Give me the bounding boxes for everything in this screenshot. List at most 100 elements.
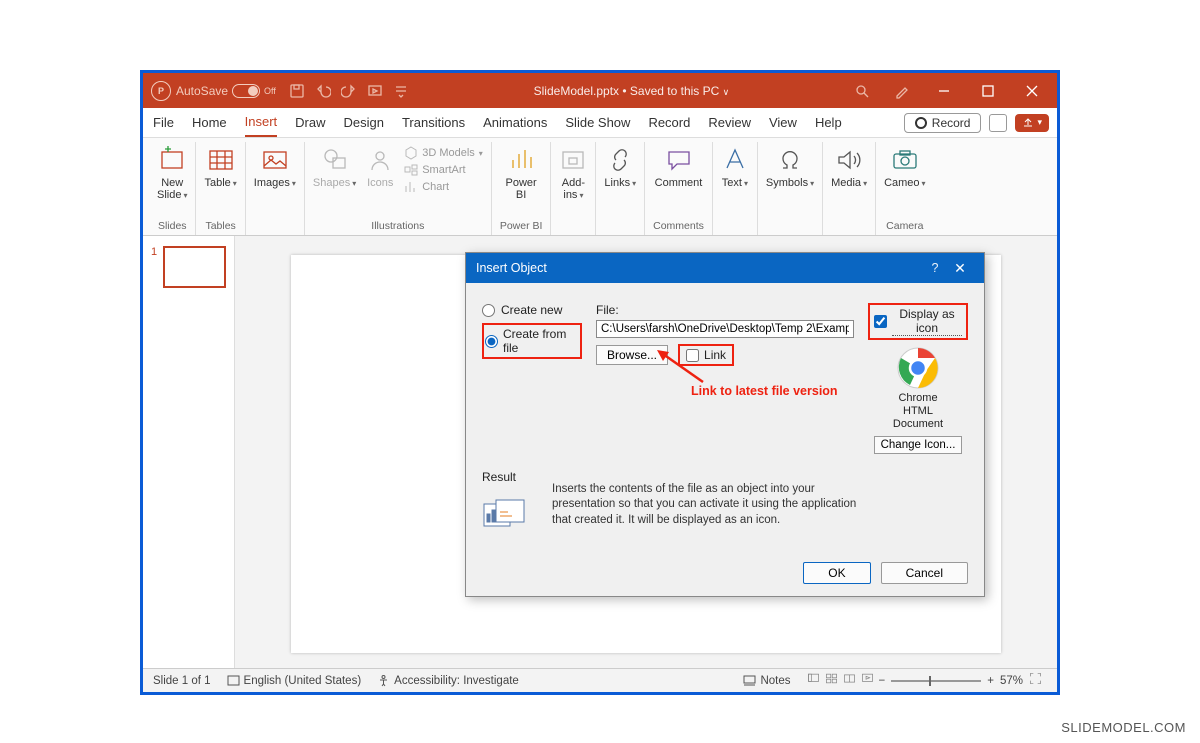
- normal-view-icon[interactable]: [807, 672, 825, 690]
- save-icon[interactable]: [289, 83, 305, 99]
- powerbi-button[interactable]: Power BI: [506, 146, 537, 201]
- new-slide-button[interactable]: New Slide: [157, 146, 187, 201]
- icons-button[interactable]: Icons: [366, 146, 394, 189]
- present-icon[interactable]: [989, 114, 1007, 132]
- group-links: Links: [596, 142, 645, 235]
- zoom-control[interactable]: − + 57%: [879, 672, 1047, 690]
- display-as-icon-checkbox[interactable]: Display as icon: [868, 303, 968, 340]
- table-button[interactable]: Table: [204, 146, 236, 189]
- close-button[interactable]: [1017, 76, 1047, 106]
- qat-more-icon[interactable]: [393, 83, 409, 99]
- 3d-models-button[interactable]: 3D Models ▾: [404, 146, 483, 160]
- group-tables: Table Tables: [196, 142, 245, 235]
- tab-animations[interactable]: Animations: [483, 115, 547, 130]
- language-status[interactable]: English (United States): [227, 674, 362, 687]
- text-icon: [721, 146, 749, 174]
- cancel-button[interactable]: Cancel: [881, 562, 968, 584]
- group-symbols: Symbols: [758, 142, 823, 235]
- toggle-switch-icon[interactable]: [232, 84, 260, 98]
- tab-file[interactable]: File: [153, 115, 174, 130]
- ok-button[interactable]: OK: [803, 562, 870, 584]
- maximize-button[interactable]: [973, 76, 1003, 106]
- undo-icon[interactable]: [315, 83, 331, 99]
- group-addins: Add- ins: [551, 142, 596, 235]
- media-button[interactable]: Media: [831, 146, 867, 189]
- zoom-out-icon[interactable]: −: [879, 675, 886, 687]
- accessibility-status[interactable]: Accessibility: Investigate: [377, 674, 519, 687]
- zoom-level: 57%: [1000, 675, 1023, 687]
- icons-icon: [366, 146, 394, 174]
- slide-index: 1: [151, 246, 157, 258]
- notes-button[interactable]: Notes: [743, 674, 790, 687]
- thumbnail-pane[interactable]: 1: [143, 236, 235, 668]
- powerpoint-icon: P: [151, 81, 171, 101]
- tab-draw[interactable]: Draw: [295, 115, 325, 130]
- redo-icon[interactable]: [341, 83, 357, 99]
- smartart-button[interactable]: SmartArt: [404, 163, 483, 177]
- tab-insert[interactable]: Insert: [245, 114, 278, 137]
- sorter-view-icon[interactable]: [825, 672, 843, 690]
- search-icon[interactable]: [854, 83, 870, 99]
- watermark: SLIDEMODEL.COM: [1061, 720, 1186, 735]
- dialog-title-bar[interactable]: Insert Object ? ✕: [466, 253, 984, 283]
- record-button[interactable]: Record: [904, 113, 982, 133]
- tab-view[interactable]: View: [769, 115, 797, 130]
- slide-counter[interactable]: Slide 1 of 1: [153, 675, 211, 687]
- chrome-icon: [896, 346, 940, 390]
- ribbon: New Slide Slides Table Tables Images Sha…: [143, 138, 1057, 236]
- autosave-toggle[interactable]: AutoSave Off: [176, 84, 276, 98]
- group-camera: Cameo Camera: [876, 142, 933, 235]
- text-button[interactable]: Text: [721, 146, 749, 189]
- tab-transitions[interactable]: Transitions: [402, 115, 465, 130]
- comment-button[interactable]: Comment: [655, 146, 703, 189]
- fit-to-window-icon[interactable]: [1029, 672, 1047, 690]
- tab-record[interactable]: Record: [648, 115, 690, 130]
- addins-button[interactable]: Add- ins: [559, 146, 587, 201]
- group-comments: Comment Comments: [645, 142, 713, 235]
- tab-design[interactable]: Design: [344, 115, 384, 130]
- new-slide-icon: [158, 146, 186, 174]
- zoom-in-icon[interactable]: +: [987, 675, 994, 687]
- share-button[interactable]: ▾: [1015, 114, 1049, 132]
- icon-caption: Chrome HTML Document: [868, 392, 968, 432]
- result-label: Result: [482, 470, 538, 484]
- close-icon[interactable]: ✕: [946, 260, 974, 277]
- result-preview-icon: [482, 498, 526, 534]
- images-button[interactable]: Images: [254, 146, 296, 189]
- tab-home[interactable]: Home: [192, 115, 227, 130]
- images-icon: [261, 146, 289, 174]
- cameo-button[interactable]: Cameo: [884, 146, 925, 189]
- document-area: 1 Insert Object ? ✕ Create new Create fr…: [143, 236, 1057, 668]
- document-title: SlideModel.pptx • Saved to this PC ∨: [414, 84, 849, 98]
- create-from-file-radio[interactable]: Create from file: [482, 323, 582, 359]
- create-new-radio[interactable]: Create new: [482, 303, 582, 317]
- group-images: Images: [246, 142, 305, 235]
- help-icon[interactable]: ?: [924, 261, 946, 275]
- table-icon: [207, 146, 235, 174]
- tab-help[interactable]: Help: [815, 115, 842, 130]
- speaker-icon: [835, 146, 863, 174]
- chart-button[interactable]: Chart: [404, 180, 483, 194]
- symbols-button[interactable]: Symbols: [766, 146, 814, 189]
- slideshow-view-icon[interactable]: [861, 672, 879, 690]
- tab-slideshow[interactable]: Slide Show: [565, 115, 630, 130]
- links-button[interactable]: Links: [604, 146, 636, 189]
- file-path-input[interactable]: [596, 320, 854, 338]
- change-icon-button[interactable]: Change Icon...: [874, 436, 963, 454]
- pencil-icon[interactable]: [894, 83, 910, 99]
- tab-review[interactable]: Review: [708, 115, 751, 130]
- minimize-button[interactable]: [929, 76, 959, 106]
- powerbi-icon: [507, 146, 535, 174]
- slide-thumbnail[interactable]: [163, 246, 226, 288]
- app-window: P AutoSave Off SlideModel.pptx • Saved t…: [140, 70, 1060, 695]
- annotation-text: Link to latest file version: [691, 384, 838, 398]
- start-from-beginning-icon[interactable]: [367, 83, 383, 99]
- group-media: Media: [823, 142, 876, 235]
- group-powerbi: Power BI Power BI: [492, 142, 552, 235]
- zoom-slider[interactable]: [891, 680, 981, 682]
- file-label: File:: [596, 303, 854, 317]
- group-slides: New Slide Slides: [149, 142, 196, 235]
- cameo-icon: [891, 146, 919, 174]
- reading-view-icon[interactable]: [843, 672, 861, 690]
- shapes-button[interactable]: Shapes: [313, 146, 356, 189]
